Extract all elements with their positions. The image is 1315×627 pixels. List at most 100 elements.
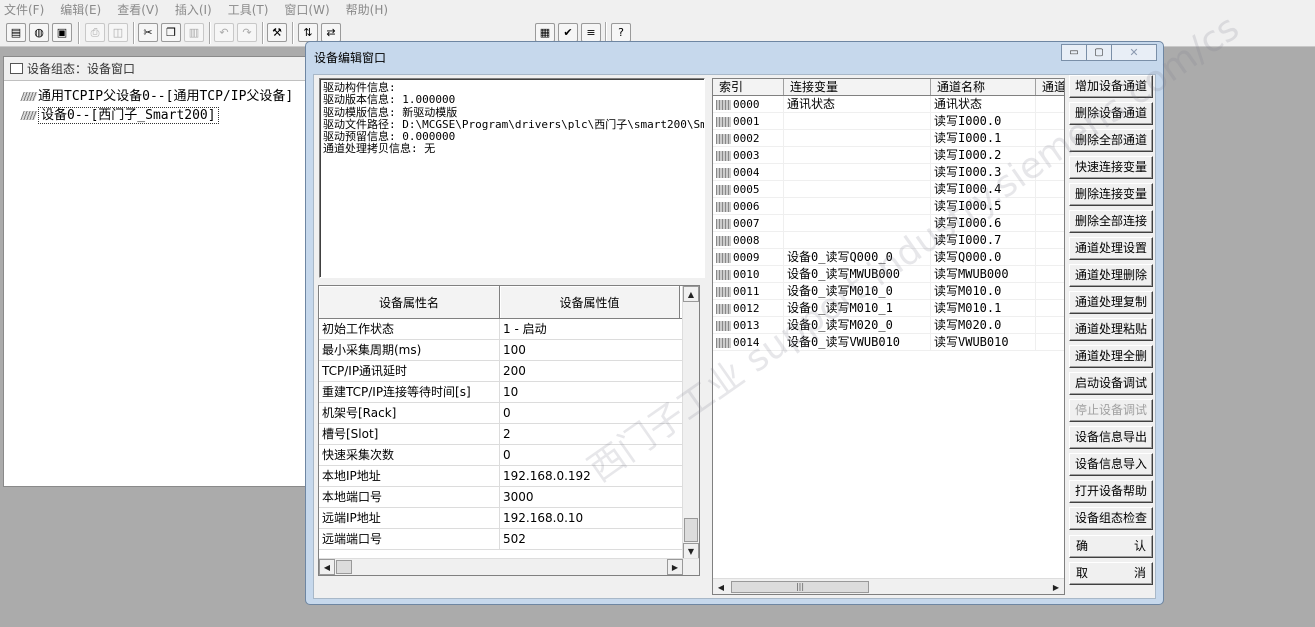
channel-row[interactable]: 0013 设备0_读写M020_0 读写M020.0 bbox=[713, 317, 1064, 334]
menu-item[interactable]: 窗口(W) bbox=[284, 1, 329, 18]
channel-row[interactable]: 0007 读写I000.6 bbox=[713, 215, 1064, 232]
menu-item[interactable]: 查看(V) bbox=[117, 1, 159, 18]
print-icon[interactable]: ⎙ bbox=[85, 23, 105, 42]
property-row[interactable]: 最小采集周期(ms) 100 bbox=[319, 340, 699, 361]
driver-info-box[interactable]: 驱动构件信息: 驱动版本信息: 1.000000 驱动模版信息: 新驱动模版 驱动文件… bbox=[319, 78, 705, 278]
device-window-icon[interactable]: ◍ bbox=[29, 23, 49, 42]
action-button[interactable]: 打开设备帮助 bbox=[1069, 480, 1153, 503]
menu-item[interactable]: 工具(T) bbox=[228, 1, 269, 18]
property-row[interactable]: 远端端口号 502 bbox=[319, 529, 699, 550]
property-value[interactable]: 100 bbox=[500, 340, 680, 360]
channel-horizontal-scrollbar[interactable]: ◀ ||| ▶ bbox=[713, 578, 1064, 594]
prop-value-header[interactable]: 设备属性值 bbox=[500, 286, 680, 318]
property-row[interactable]: 本地IP地址 192.168.0.192 bbox=[319, 466, 699, 487]
action-button[interactable]: 删除设备通道 bbox=[1069, 102, 1153, 125]
property-row[interactable]: TCP/IP通讯延时 200 bbox=[319, 361, 699, 382]
prop-name-header[interactable]: 设备属性名 bbox=[319, 286, 500, 318]
channel-row[interactable]: 0003 读写I000.2 bbox=[713, 147, 1064, 164]
action-button[interactable]: 增加设备通道 bbox=[1069, 75, 1153, 98]
property-value[interactable]: 1 - 启动 bbox=[500, 319, 680, 339]
help-icon[interactable]: ? bbox=[611, 23, 631, 42]
channel-row[interactable]: 0002 读写I000.1 bbox=[713, 130, 1064, 147]
action-button[interactable]: 设备信息导入 bbox=[1069, 453, 1153, 476]
action-button[interactable]: 通道处理设置 bbox=[1069, 237, 1153, 260]
channel-row[interactable]: 0005 读写I000.4 bbox=[713, 181, 1064, 198]
property-row[interactable]: 快速采集次数 0 bbox=[319, 445, 699, 466]
channel-row[interactable]: 0010 设备0_读写MWUB000 读写MWUB000 bbox=[713, 266, 1064, 283]
minimize-icon[interactable]: ▭ bbox=[1061, 44, 1087, 61]
scroll-right-icon[interactable]: ▶ bbox=[667, 559, 683, 575]
property-row[interactable]: 远端IP地址 192.168.0.10 bbox=[319, 508, 699, 529]
action-button[interactable]: 删除连接变量 bbox=[1069, 183, 1153, 206]
property-value[interactable]: 10 bbox=[500, 382, 680, 402]
col-variable-header[interactable]: 连接变量 bbox=[784, 79, 931, 95]
channel-row[interactable]: 0000 通讯状态 通讯状态 bbox=[713, 96, 1064, 113]
property-value[interactable]: 0 bbox=[500, 445, 680, 465]
scroll-left-icon[interactable]: ◀ bbox=[713, 579, 729, 594]
action-button[interactable]: 通道处理复制 bbox=[1069, 291, 1153, 314]
action-button[interactable]: 快速连接变量 bbox=[1069, 156, 1153, 179]
property-row[interactable]: 初始工作状态 1 - 启动 bbox=[319, 319, 699, 340]
action-button[interactable]: 通道处理全删 bbox=[1069, 345, 1153, 368]
scroll-up-icon[interactable]: ▲ bbox=[683, 286, 699, 302]
property-value[interactable]: 0 bbox=[500, 403, 680, 423]
action-button[interactable]: 设备信息导出 bbox=[1069, 426, 1153, 449]
property-row[interactable]: 重建TCP/IP连接等待时间[s] 10 bbox=[319, 382, 699, 403]
action-button[interactable]: 停止设备调试 bbox=[1069, 399, 1153, 422]
channel-row[interactable]: 0008 读写I000.7 bbox=[713, 232, 1064, 249]
tree-item[interactable]: 通用TCPIP父设备0--[通用TCP/IP父设备] bbox=[20, 87, 314, 106]
property-value[interactable]: 2 bbox=[500, 424, 680, 444]
menu-item[interactable]: 插入(I) bbox=[175, 1, 212, 18]
menu-item[interactable]: 编辑(E) bbox=[60, 1, 101, 18]
channel-row[interactable]: 0009 设备0_读写Q000_0 读写Q000.0 bbox=[713, 249, 1064, 266]
action-button[interactable]: 设备组态检查 bbox=[1069, 507, 1153, 530]
property-value[interactable]: 200 bbox=[500, 361, 680, 381]
property-value[interactable]: 3000 bbox=[500, 487, 680, 507]
menu-item[interactable]: 文件(F) bbox=[4, 1, 44, 18]
scroll-right-icon[interactable]: ▶ bbox=[1048, 579, 1064, 594]
col-channel-header[interactable]: 通道 bbox=[1036, 79, 1064, 95]
action-button[interactable]: 删除全部连接 bbox=[1069, 210, 1153, 233]
cut-icon[interactable]: ✂ bbox=[138, 23, 158, 42]
copy-icon[interactable]: ❐ bbox=[161, 23, 181, 42]
scroll-thumb[interactable] bbox=[336, 560, 352, 574]
open-project-icon[interactable]: ▤ bbox=[6, 23, 26, 42]
action-button[interactable]: 删除全部通道 bbox=[1069, 129, 1153, 152]
col-index-header[interactable]: 索引 bbox=[713, 79, 784, 95]
action-button[interactable]: 确 认 bbox=[1069, 535, 1153, 558]
save-icon[interactable]: ▣ bbox=[52, 23, 72, 42]
action-button[interactable]: 取 消 bbox=[1069, 562, 1153, 585]
property-row[interactable]: 本地端口号 3000 bbox=[319, 487, 699, 508]
scroll-left-icon[interactable]: ◀ bbox=[319, 559, 335, 575]
paste-icon[interactable]: ▥ bbox=[184, 23, 204, 42]
maximize-icon[interactable]: ▢ bbox=[1086, 44, 1112, 61]
property-row[interactable]: 槽号[Slot] 2 bbox=[319, 424, 699, 445]
redo-icon[interactable]: ↷ bbox=[237, 23, 257, 42]
tree-item[interactable]: 设备0--[西门子_Smart200] bbox=[20, 106, 314, 125]
print-preview-icon[interactable]: ◫ bbox=[108, 23, 128, 42]
device-property-icon[interactable]: ⇄ bbox=[321, 23, 341, 42]
add-device-icon[interactable]: ⇅ bbox=[298, 23, 318, 42]
action-button[interactable]: 通道处理粘贴 bbox=[1069, 318, 1153, 341]
properties-horizontal-scrollbar[interactable]: ◀ ▶ bbox=[319, 558, 699, 575]
tools-icon[interactable]: ⚒ bbox=[267, 23, 287, 42]
property-value[interactable]: 192.168.0.192 bbox=[500, 466, 680, 486]
action-button[interactable]: 通道处理删除 bbox=[1069, 264, 1153, 287]
properties-icon[interactable]: ▦ bbox=[535, 23, 555, 42]
scroll-thumb[interactable]: ||| bbox=[731, 581, 869, 593]
list-icon[interactable]: ≡ bbox=[581, 23, 601, 42]
property-value[interactable]: 502 bbox=[500, 529, 680, 549]
channel-row[interactable]: 0012 设备0_读写M010_1 读写M010.1 bbox=[713, 300, 1064, 317]
close-icon[interactable]: ✕ bbox=[1111, 44, 1157, 61]
scroll-down-icon[interactable]: ▼ bbox=[683, 543, 699, 559]
channel-row[interactable]: 0011 设备0_读写M010_0 读写M010.0 bbox=[713, 283, 1064, 300]
property-value[interactable]: 192.168.0.10 bbox=[500, 508, 680, 528]
property-row[interactable]: 机架号[Rack] 0 bbox=[319, 403, 699, 424]
undo-icon[interactable]: ↶ bbox=[214, 23, 234, 42]
col-channel-name-header[interactable]: 通道名称 bbox=[931, 79, 1036, 95]
action-button[interactable]: 启动设备调试 bbox=[1069, 372, 1153, 395]
channel-row[interactable]: 0004 读写I000.3 bbox=[713, 164, 1064, 181]
properties-vertical-scrollbar[interactable]: ▲ ▼ bbox=[682, 286, 699, 560]
menu-item[interactable]: 帮助(H) bbox=[346, 1, 388, 18]
scroll-thumb[interactable] bbox=[684, 518, 698, 542]
